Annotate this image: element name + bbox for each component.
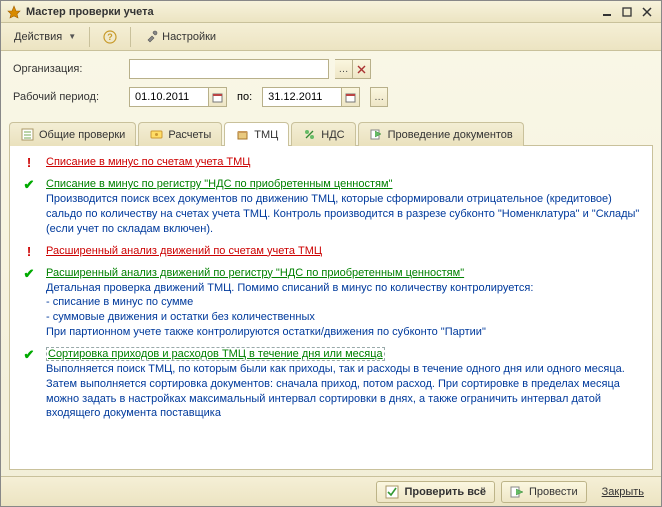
check-item: ! Списание в минус по счетам учета ТМЦ [22, 156, 640, 170]
ok-icon: ✔ [22, 348, 36, 362]
date-to-input[interactable] [262, 87, 342, 107]
org-input-buttons: … [335, 59, 371, 79]
tab-general-checks[interactable]: Общие проверки [9, 122, 136, 146]
error-icon: ! [22, 245, 36, 259]
app-icon [7, 5, 21, 19]
settings-button[interactable]: Настройки [137, 26, 223, 48]
footer-bar: Проверить всё Провести Закрыть [1, 476, 661, 506]
post-label: Провести [529, 486, 578, 498]
close-button[interactable] [639, 5, 655, 19]
tab-vat[interactable]: НДС [291, 122, 355, 146]
svg-text:?: ? [107, 32, 113, 42]
tab-strip: Общие проверки Расчеты ТМЦ НДС Проведени… [1, 121, 661, 145]
form-area: Организация: … Рабочий период: п [1, 51, 661, 119]
calendar-icon [345, 92, 356, 103]
check-all-label: Проверить всё [404, 486, 486, 498]
checklist-icon [385, 485, 399, 499]
date-from-calendar-button[interactable] [209, 87, 227, 107]
tab-tmc[interactable]: ТМЦ [224, 122, 289, 146]
minimize-button[interactable] [599, 5, 615, 19]
settings-label: Настройки [162, 31, 216, 43]
tab-label: НДС [321, 129, 344, 141]
tab-label: Проведение документов [388, 129, 513, 141]
actions-label: Действия [14, 31, 62, 43]
percent-icon [302, 128, 316, 142]
post-button[interactable]: Провести [501, 481, 587, 503]
checklist-icon [20, 128, 34, 142]
chevron-down-icon: ▼ [68, 32, 76, 41]
org-clear-button[interactable] [353, 59, 371, 79]
post-icon [510, 485, 524, 499]
error-icon: ! [22, 156, 36, 170]
check-body: Расширенный анализ движений по счетам уч… [46, 245, 640, 257]
check-item: ! Расширенный анализ движений по счетам у… [22, 245, 640, 259]
check-body: Списание в минус по регистру "НДС по при… [46, 178, 640, 237]
help-icon: ? [103, 30, 117, 44]
date-to-calendar-button[interactable] [342, 87, 360, 107]
box-icon [235, 128, 249, 142]
maximize-button[interactable] [619, 5, 635, 19]
check-all-button[interactable]: Проверить всё [376, 481, 495, 503]
check-item: ✔ Расширенный анализ движений по регистру… [22, 267, 640, 340]
toolbar-separator [89, 27, 90, 47]
check-body: Сортировка приходов и расходов ТМЦ в теч… [46, 348, 640, 421]
check-item: ✔ Списание в минус по регистру "НДС по пр… [22, 178, 640, 237]
check-description: Детальная проверка движений ТМЦ. Помимо … [46, 281, 640, 340]
org-input-field[interactable] [133, 61, 325, 77]
tab-label: Общие проверки [39, 129, 125, 141]
toolbar: Действия ▼ ? Настройки [1, 23, 661, 51]
check-body: Списание в минус по счетам учета ТМЦ [46, 156, 640, 168]
ok-icon: ✔ [22, 267, 36, 281]
date-from-input[interactable] [129, 87, 209, 107]
check-description: Производится поиск всех документов по дв… [46, 192, 640, 237]
period-label: Рабочий период: [13, 91, 123, 103]
date-from-field[interactable] [133, 89, 195, 105]
tab-calculations[interactable]: Расчеты [138, 122, 222, 146]
help-button[interactable]: ? [96, 26, 124, 48]
check-title-link[interactable]: Списание в минус по регистру "НДС по при… [46, 178, 392, 190]
check-title-link[interactable]: Расширенный анализ движений по регистру … [46, 267, 464, 279]
check-title-link[interactable]: Списание в минус по счетам учета ТМЦ [46, 156, 250, 168]
money-icon [149, 128, 163, 142]
date-to-field[interactable] [266, 89, 328, 105]
tab-label: ТМЦ [254, 129, 278, 141]
window-title: Мастер проверки учета [26, 6, 599, 18]
ok-icon: ✔ [22, 178, 36, 192]
check-body: Расширенный анализ движений по регистру … [46, 267, 640, 340]
check-title-link[interactable]: Сортировка приходов и расходов ТМЦ в теч… [46, 347, 385, 361]
wrench-icon [144, 30, 158, 44]
period-dialog-button[interactable]: … [370, 87, 388, 107]
date-to-label: по: [233, 91, 256, 103]
close-footer-button[interactable]: Закрыть [593, 481, 653, 503]
calendar-icon [212, 92, 223, 103]
tab-posting[interactable]: Проведение документов [358, 122, 524, 146]
titlebar: Мастер проверки учета [1, 1, 661, 23]
actions-menu[interactable]: Действия ▼ [7, 26, 83, 48]
close-label: Закрыть [602, 486, 644, 498]
check-item: ✔ Сортировка приходов и расходов ТМЦ в те… [22, 348, 640, 421]
org-label: Организация: [13, 63, 123, 75]
org-select-button[interactable]: … [335, 59, 353, 79]
tab-label: Расчеты [168, 129, 211, 141]
toolbar-separator [130, 27, 131, 47]
org-input[interactable] [129, 59, 329, 79]
check-description: Выполняется поиск ТМЦ, по которым были к… [46, 362, 640, 421]
check-title-link[interactable]: Расширенный анализ движений по счетам уч… [46, 245, 322, 257]
post-icon [369, 128, 383, 142]
tab-content: ! Списание в минус по счетам учета ТМЦ ✔ Сп… [9, 145, 653, 470]
window-buttons [599, 5, 655, 19]
window-frame: Мастер проверки учета Действия ▼ ? Настр… [0, 0, 662, 507]
